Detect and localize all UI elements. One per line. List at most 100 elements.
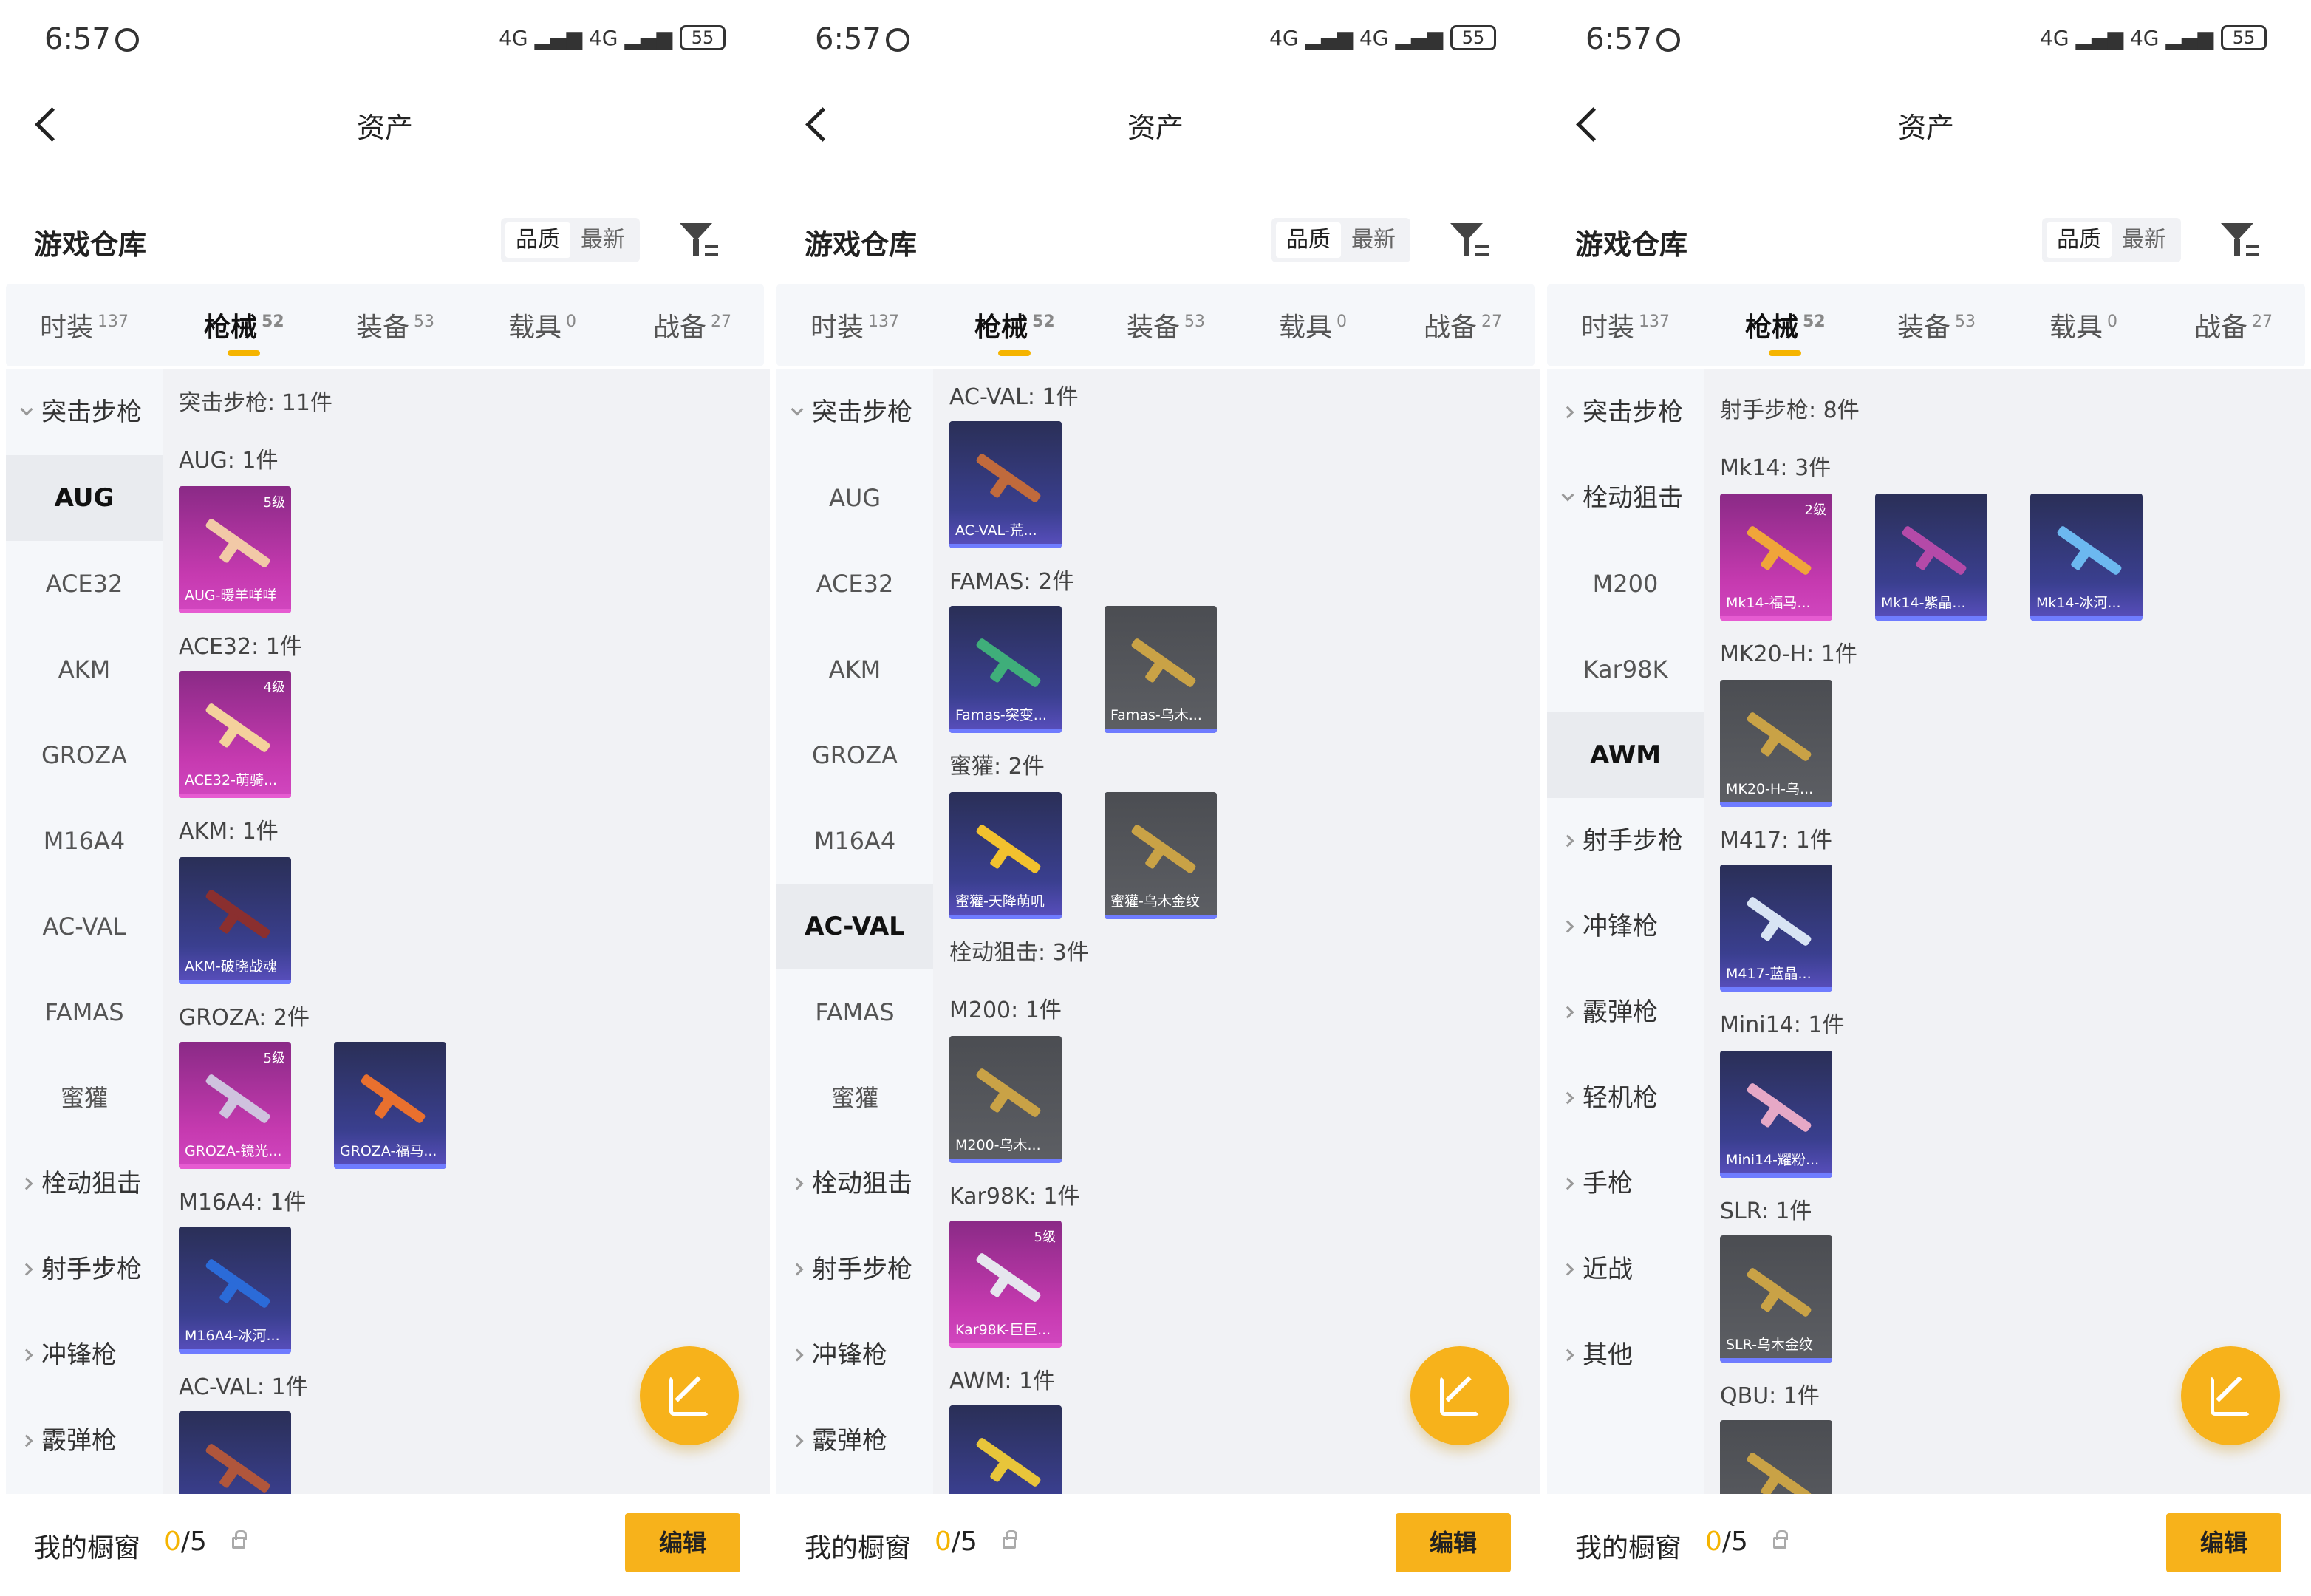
timer-icon <box>115 28 139 52</box>
weapon-card[interactable]: GROZA-福马... <box>334 1042 446 1169</box>
sidebar-item-category[interactable]: 冲锋枪 <box>1547 884 1704 969</box>
tab-fashion[interactable]: 时装 137 <box>810 306 899 344</box>
tab-firearms[interactable]: 枪械 52 <box>974 306 1055 356</box>
sidebar-item-weapon[interactable]: AUG <box>776 455 933 541</box>
sidebar-item-category[interactable]: 手枪 <box>1547 1141 1704 1227</box>
weapon-card[interactable]: Famas-乌木... <box>1105 606 1217 733</box>
filter-icon[interactable] <box>2218 219 2259 260</box>
weapon-card[interactable]: MK20-H-乌... <box>1720 680 1832 807</box>
weapon-card[interactable] <box>1720 1420 1832 1494</box>
tab-fashion[interactable]: 时装 137 <box>1581 306 1670 344</box>
sidebar-item-weapon[interactable]: AUG <box>6 455 163 541</box>
sort-quality-button[interactable]: 品质 <box>1276 222 1341 258</box>
tab-vehicles[interactable]: 载具 0 <box>1279 306 1347 344</box>
weapon-card[interactable]: M417-蓝晶... <box>1720 864 1832 992</box>
sidebar-item-weapon[interactable]: M200 <box>1547 541 1704 627</box>
sidebar-item-weapon[interactable]: ACE32 <box>776 541 933 627</box>
sidebar-item-category[interactable]: 冲锋枪 <box>776 1312 933 1398</box>
sidebar-item-weapon[interactable]: M16A4 <box>776 798 933 884</box>
weapon-card[interactable]: Mk14-冰河... <box>2030 494 2143 621</box>
weapon-card[interactable]: 2级 Mk14-福马... <box>1720 494 1832 621</box>
filter-icon[interactable] <box>1447 219 1489 260</box>
sidebar-item-weapon[interactable]: GROZA <box>776 712 933 798</box>
sidebar-item-weapon[interactable]: GROZA <box>6 712 163 798</box>
weapon-card[interactable]: 5级 AUG-暖羊咩咩 <box>179 486 291 613</box>
sidebar-item-weapon[interactable]: ACE32 <box>6 541 163 627</box>
chevron-right-icon <box>791 1177 804 1190</box>
sidebar-item-weapon[interactable]: AC-VAL <box>776 884 933 969</box>
sidebar-item-category[interactable]: 冲锋枪 <box>6 1312 163 1398</box>
weapon-card[interactable]: Mk14-紫晶... <box>1875 494 1987 621</box>
sidebar-item-category[interactable]: 栓动狙击 <box>776 1141 933 1227</box>
sidebar-item-category[interactable]: 霰弹枪 <box>1547 969 1704 1055</box>
edit-button[interactable]: 编辑 <box>1396 1513 1511 1572</box>
sort-newest-button[interactable]: 最新 <box>2112 222 2177 258</box>
sidebar-item-weapon[interactable]: AWM <box>1547 712 1704 798</box>
sort-toggle: 品质 最新 <box>501 218 640 262</box>
sidebar-item-category[interactable]: 栓动狙击 <box>6 1141 163 1227</box>
sidebar-item-category[interactable]: 近战 <box>1547 1227 1704 1312</box>
warehouse-header: 游戏仓库 品质 最新 <box>1541 207 2311 273</box>
sidebar-item-weapon[interactable]: FAMAS <box>776 969 933 1055</box>
share-icon[interactable] <box>640 1346 739 1445</box>
sort-quality-button[interactable]: 品质 <box>505 222 570 258</box>
tab-equipment[interactable]: 装备 53 <box>1127 306 1205 344</box>
sidebar-item-weapon[interactable]: M16A4 <box>6 798 163 884</box>
sidebar-item-category[interactable]: 射手步枪 <box>6 1227 163 1312</box>
weapon-card[interactable]: M16A4-冰河... <box>179 1227 291 1354</box>
sidebar-item-weapon[interactable]: AKM <box>776 627 933 712</box>
weapon-card[interactable] <box>179 1411 291 1494</box>
weapon-card[interactable]: 5级 Kar98K-巨巨... <box>949 1221 1062 1348</box>
sidebar-item-category[interactable]: 其他 <box>1547 1312 1704 1398</box>
filter-icon[interactable] <box>677 219 718 260</box>
group-label: GROZA: 2件 <box>179 1005 310 1031</box>
sidebar-item-weapon[interactable]: Kar98K <box>1547 627 1704 712</box>
tab-equipment[interactable]: 装备 53 <box>1897 306 1976 344</box>
sidebar-item-weapon[interactable]: AC-VAL <box>6 884 163 969</box>
tab-vehicles[interactable]: 载具 0 <box>2049 306 2117 344</box>
weapon-card[interactable]: AC-VAL-荒... <box>949 421 1062 548</box>
tab-supplies[interactable]: 战备 27 <box>653 306 731 344</box>
category-tabs: 时装 137 枪械 52 装备 53 载具 0 战备 27 <box>776 284 1535 366</box>
weapon-card[interactable]: SLR-乌木金纹 <box>1720 1235 1832 1363</box>
weapon-card[interactable]: M200-乌木... <box>949 1036 1062 1163</box>
sidebar-item-weapon[interactable]: 蜜獾 <box>6 1055 163 1141</box>
weapon-card[interactable]: 蜜獾-天降萌叽 <box>949 792 1062 919</box>
edit-button[interactable]: 编辑 <box>625 1513 740 1572</box>
weapon-card[interactable]: Mini14-耀粉... <box>1720 1051 1832 1178</box>
sidebar-item-category[interactable]: 霰弹枪 <box>6 1398 163 1484</box>
tab-supplies[interactable]: 战备 27 <box>1424 306 1502 344</box>
sidebar-item-category[interactable]: 突击步枪 <box>776 369 933 455</box>
rifle-icon <box>205 702 271 754</box>
tab-supplies[interactable]: 战备 27 <box>2194 306 2273 344</box>
tab-firearms[interactable]: 枪械 52 <box>204 306 284 356</box>
sidebar-item-weapon[interactable]: FAMAS <box>6 969 163 1055</box>
sidebar-item-category[interactable]: 栓动狙击 <box>1547 455 1704 541</box>
sidebar-item-category[interactable]: 射手步枪 <box>776 1227 933 1312</box>
weapon-card[interactable]: AKM-破晓战魂 <box>179 857 291 984</box>
share-icon[interactable] <box>1410 1346 1509 1445</box>
sort-quality-button[interactable]: 品质 <box>2047 222 2112 258</box>
weapon-card[interactable]: 4级 ACE32-萌骑... <box>179 671 291 798</box>
sidebar-item-category[interactable]: 轻机枪 <box>1547 1055 1704 1141</box>
tab-firearms[interactable]: 枪械 52 <box>1745 306 1826 356</box>
tab-vehicles[interactable]: 载具 0 <box>508 306 576 344</box>
showcase-count: 0/5 <box>164 1527 207 1557</box>
edit-button[interactable]: 编辑 <box>2166 1513 2281 1572</box>
tab-equipment[interactable]: 装备 53 <box>356 306 434 344</box>
weapon-card[interactable]: Famas-突变... <box>949 606 1062 733</box>
sort-newest-button[interactable]: 最新 <box>1341 222 1406 258</box>
sidebar-item-weapon[interactable]: AKM <box>6 627 163 712</box>
weapon-card[interactable]: 蜜獾-乌木金纹 <box>1105 792 1217 919</box>
sidebar-item-category[interactable]: 射手步枪 <box>1547 798 1704 884</box>
sidebar-item-category[interactable]: 霰弹枪 <box>776 1398 933 1484</box>
weapon-card[interactable]: 5级 GROZA-镜光... <box>179 1042 291 1169</box>
share-icon[interactable] <box>2181 1346 2280 1445</box>
sidebar-item-category[interactable]: 突击步枪 <box>1547 369 1704 455</box>
sidebar-item-category[interactable]: 突击步枪 <box>6 369 163 455</box>
sidebar-item-weapon[interactable]: 蜜獾 <box>776 1055 933 1141</box>
sort-toggle: 品质 最新 <box>1271 218 1410 262</box>
sort-newest-button[interactable]: 最新 <box>570 222 635 258</box>
tab-fashion[interactable]: 时装 137 <box>40 306 129 344</box>
weapon-card[interactable] <box>949 1405 1062 1494</box>
